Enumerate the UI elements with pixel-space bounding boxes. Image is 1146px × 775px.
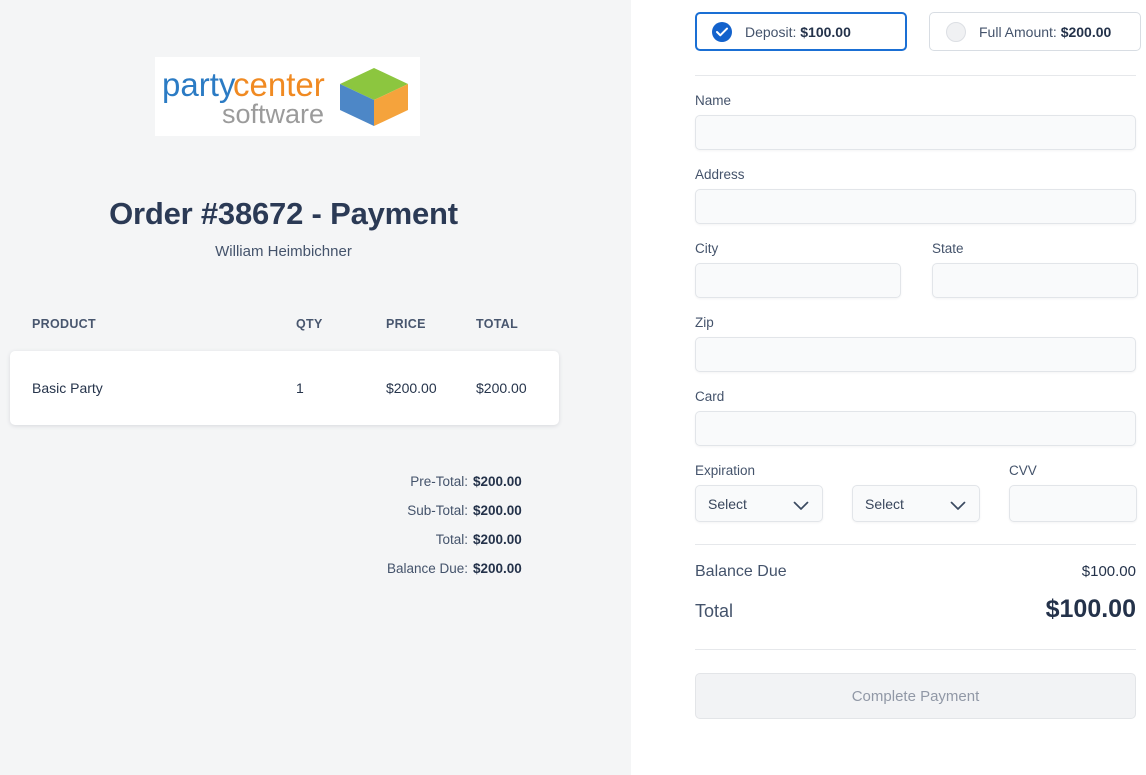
- expiration-year-value: Select: [865, 495, 904, 512]
- page-title: Order #38672 - Payment: [109, 196, 458, 231]
- product-card: Basic Party 1 $200.00 $200.00: [10, 351, 559, 425]
- summary-total-value: $100.00: [1045, 595, 1136, 623]
- payment-summary: Balance Due $100.00 Total $100.00: [695, 563, 1146, 624]
- field-col-cvv: CVV: [1009, 463, 1137, 522]
- field-col-state: State: [932, 241, 1138, 298]
- totals-label: Pre-Total:: [410, 474, 468, 489]
- field-group-card: Card: [695, 389, 1146, 446]
- column-header-qty: QTY: [296, 317, 323, 331]
- column-header-total: TOTAL: [476, 317, 519, 331]
- card-input[interactable]: [695, 411, 1136, 446]
- payment-option-full-amount[interactable]: Full Amount: $200.00: [929, 12, 1141, 51]
- svg-text:software: software: [222, 99, 324, 129]
- field-group-name: Name: [695, 93, 1146, 150]
- zip-input[interactable]: [695, 337, 1136, 372]
- totals-label: Balance Due:: [386, 561, 468, 576]
- card-label: Card: [695, 389, 725, 404]
- cell-price: $200.00: [386, 380, 437, 396]
- expiration-label: Expiration: [695, 463, 756, 478]
- column-header-price: PRICE: [386, 317, 426, 331]
- summary-balance-label: Balance Due: [695, 563, 787, 580]
- totals-row-sub-total: Sub-Total: $200.00: [0, 503, 560, 532]
- address-input[interactable]: [695, 189, 1136, 224]
- state-label: State: [932, 241, 964, 256]
- totals-value: $200.00: [473, 561, 522, 576]
- payment-page: party center software Order #38672 - Pay…: [0, 0, 1146, 775]
- cvv-input[interactable]: [1009, 485, 1137, 522]
- field-group-zip: Zip: [695, 315, 1146, 372]
- payment-option-deposit-label: Deposit: $100.00: [745, 23, 851, 40]
- svg-text:party: party: [162, 66, 236, 103]
- city-input[interactable]: [695, 263, 901, 298]
- totals-row-total: Total: $200.00: [0, 532, 560, 561]
- column-header-product: PRODUCT: [32, 317, 96, 331]
- totals-value: $200.00: [473, 474, 522, 489]
- complete-payment-button[interactable]: Complete Payment: [695, 673, 1136, 719]
- payment-amount-options: Deposit: $100.00 Full Amount: $200.00: [695, 0, 1146, 51]
- field-col-city: City: [695, 241, 901, 298]
- payment-option-full-amount-label: Full Amount: $200.00: [979, 23, 1112, 40]
- address-label: Address: [695, 167, 745, 182]
- field-group-expiration-cvv: Expiration Select Select CVV: [695, 463, 1146, 522]
- cell-total: $200.00: [476, 380, 527, 396]
- cell-product: Basic Party: [32, 380, 103, 396]
- order-summary-panel: party center software Order #38672 - Pay…: [0, 0, 631, 775]
- divider: [695, 544, 1136, 545]
- zip-label: Zip: [695, 315, 714, 330]
- summary-balance-value: $100.00: [1081, 563, 1136, 580]
- order-totals: Pre-Total: $200.00 Sub-Total: $200.00 To…: [0, 474, 560, 590]
- partycenter-software-logo: party center software: [155, 57, 420, 136]
- radio-unchecked-icon: [946, 21, 966, 42]
- field-group-address: Address: [695, 167, 1146, 224]
- totals-row-pre-total: Pre-Total: $200.00: [0, 474, 560, 503]
- city-label: City: [695, 241, 719, 256]
- name-label: Name: [695, 93, 732, 108]
- expiration-month-select[interactable]: Select: [695, 485, 823, 522]
- customer-name: William Heimbichner: [215, 243, 352, 260]
- totals-value: $200.00: [473, 503, 522, 518]
- totals-label: Sub-Total:: [407, 503, 468, 518]
- svg-text:center: center: [233, 66, 325, 103]
- divider: [695, 75, 1136, 76]
- divider: [695, 649, 1136, 650]
- totals-row-balance-due: Balance Due: $200.00: [0, 561, 560, 590]
- cell-qty: 1: [296, 380, 304, 396]
- totals-label: Total:: [435, 532, 468, 547]
- expiration-year-select[interactable]: Select: [852, 485, 980, 522]
- summary-total-label: Total: [695, 601, 734, 621]
- state-input[interactable]: [932, 263, 1138, 298]
- chevron-down-icon: [793, 499, 809, 515]
- name-input[interactable]: [695, 115, 1136, 150]
- totals-value: $200.00: [473, 532, 522, 547]
- expiration-month-value: Select: [708, 495, 747, 512]
- summary-row-total: Total $100.00: [695, 595, 1136, 624]
- table-row: Basic Party 1 $200.00 $200.00: [10, 351, 559, 425]
- summary-row-balance-due: Balance Due $100.00: [695, 563, 1136, 581]
- field-group-city-state: City State: [695, 241, 1146, 298]
- cvv-label: CVV: [1009, 463, 1037, 478]
- payment-option-deposit[interactable]: Deposit: $100.00: [695, 12, 907, 51]
- chevron-down-icon: [950, 499, 966, 515]
- payment-form-panel: Deposit: $100.00 Full Amount: $200.00 Na…: [631, 0, 1146, 775]
- field-col-expiration: Expiration Select Select: [695, 463, 980, 522]
- radio-checked-icon: [712, 21, 732, 42]
